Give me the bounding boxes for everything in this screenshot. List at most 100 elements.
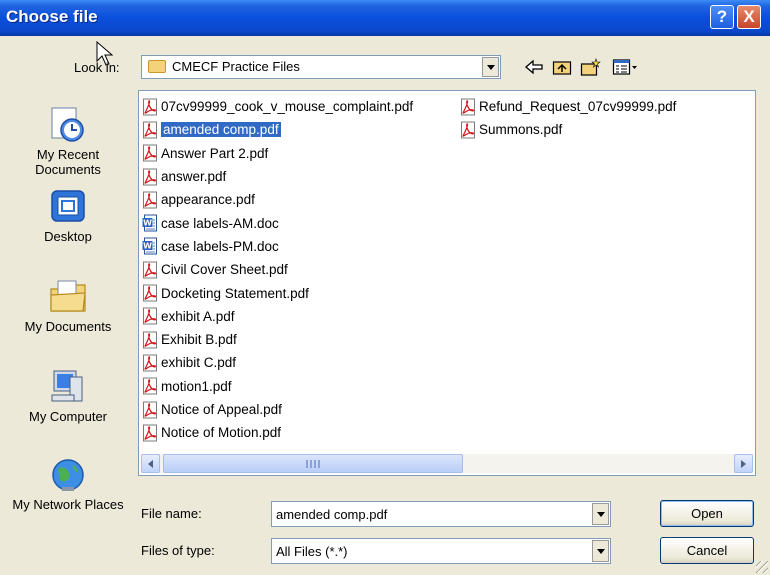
file-item[interactable]: Notice of Motion.pdf [141,421,413,444]
files-of-type-value: All Files (*.*) [276,544,348,559]
file-name: 07cv99999_cook_v_mouse_complaint.pdf [161,99,414,115]
pdf-file-icon [143,354,157,372]
back-arrow-icon[interactable] [524,58,544,76]
pdf-file-icon [143,424,157,442]
my-documents-icon [50,280,86,312]
pdf-file-icon [461,121,475,139]
file-name: answer.pdf [161,169,227,185]
file-list[interactable]: 07cv99999_cook_v_mouse_complaint.pdfamen… [138,90,756,476]
arrow-left-icon [148,459,153,468]
file-item[interactable]: Exhibit B.pdf [141,328,413,351]
pdf-file-icon [143,261,157,279]
file-item[interactable]: Notice of Appeal.pdf [141,398,413,421]
grip-icon [306,460,320,468]
dropdown-arrow-icon[interactable] [482,57,499,77]
window-title: Choose file [6,7,98,26]
view-menu-icon[interactable] [612,58,638,76]
file-item[interactable]: appearance.pdf [141,188,413,211]
file-item[interactable]: Wcase labels-AM.doc [141,211,413,234]
my-computer-icon [51,370,83,402]
scroll-thumb[interactable] [163,454,463,473]
file-name-value: amended comp.pdf [276,507,388,522]
up-folder-icon[interactable] [552,58,572,76]
lookin-label: Look in: [74,60,120,75]
file-item[interactable]: motion1.pdf [141,375,413,398]
pdf-file-icon [143,284,157,302]
file-name: Exhibit B.pdf [161,332,237,348]
pdf-file-icon [143,307,157,325]
lookin-dropdown[interactable]: CMECF Practice Files [141,55,501,79]
pdf-file-icon [143,377,157,395]
pdf-file-icon [143,191,157,209]
open-button[interactable]: Open [660,500,754,527]
file-name: amended comp.pdf [161,122,281,138]
place-my-computer[interactable]: My Computer [5,367,131,424]
file-item[interactable]: 07cv99999_cook_v_mouse_complaint.pdf [141,95,413,118]
file-column-2: Refund_Request_07cv99999.pdf Summons.pdf [459,95,676,142]
close-button[interactable]: X [737,5,761,29]
dropdown-arrow-icon[interactable] [592,503,609,525]
file-item[interactable]: answer.pdf [141,165,413,188]
file-name: Summons.pdf [479,122,563,138]
place-desktop[interactable]: Desktop [5,187,131,244]
pdf-file-icon [143,144,157,162]
arrow-right-icon [741,459,746,468]
file-name: Docketing Statement.pdf [161,285,309,301]
file-name: exhibit A.pdf [161,308,235,324]
place-label: My Computer [28,409,108,424]
pdf-file-icon [143,331,157,349]
place-network-places[interactable]: My Network Places [5,455,131,512]
file-item[interactable]: Answer Part 2.pdf [141,142,413,165]
places-bar: My Recent Documents Desktop My Documents… [5,87,131,547]
word-doc-icon: W [142,237,157,255]
horizontal-scrollbar[interactable] [141,454,753,473]
file-item[interactable]: Civil Cover Sheet.pdf [141,258,413,281]
close-icon: X [743,7,755,26]
files-of-type-dropdown[interactable]: All Files (*.*) [271,538,611,564]
scroll-right-button[interactable] [734,454,753,473]
help-button[interactable]: ? [710,5,734,29]
place-my-documents[interactable]: My Documents [5,277,131,334]
file-item[interactable]: amended comp.pdf [141,118,413,141]
file-item[interactable]: Summons.pdf [459,118,676,141]
file-name: Notice of Motion.pdf [161,425,282,441]
place-recent-documents[interactable]: My Recent Documents [5,105,131,177]
word-doc-icon: W [142,214,157,232]
file-name: case labels-AM.doc [161,215,279,231]
file-item[interactable]: Wcase labels-PM.doc [141,235,413,258]
pdf-file-icon [143,401,157,418]
place-label: My Network Places [12,497,124,512]
place-label: My Documents [24,319,112,334]
file-name: Answer Part 2.pdf [161,145,269,161]
new-folder-icon[interactable] [580,58,602,76]
dropdown-arrow-icon[interactable] [592,540,609,562]
scroll-left-button[interactable] [141,454,160,473]
svg-text:W: W [143,219,152,228]
place-label: Desktop [44,229,92,244]
help-icon: ? [716,7,728,26]
pdf-file-icon [143,121,157,139]
title-bar: Choose file ? X [0,0,770,36]
pdf-file-icon [143,168,157,186]
file-name-input[interactable]: amended comp.pdf [271,501,611,527]
files-of-type-label: Files of type: [141,543,215,558]
recent-documents-icon [51,107,84,142]
folder-icon [148,60,166,73]
file-item[interactable]: exhibit A.pdf [141,305,413,328]
network-places-icon [52,459,84,491]
svg-text:W: W [143,242,152,251]
resize-grip[interactable] [756,561,768,573]
pdf-file-icon [461,98,475,116]
file-name-label: File name: [141,506,202,521]
file-item[interactable]: exhibit C.pdf [141,351,413,374]
place-label: My Recent Documents [35,147,101,177]
file-item[interactable]: Refund_Request_07cv99999.pdf [459,95,676,118]
cancel-button[interactable]: Cancel [660,537,754,564]
lookin-value: CMECF Practice Files [172,59,300,74]
file-name: appearance.pdf [161,192,255,208]
file-name: case labels-PM.doc [161,238,279,254]
file-item[interactable]: Docketing Statement.pdf [141,281,413,304]
file-name: Refund_Request_07cv99999.pdf [479,99,677,115]
file-name: exhibit C.pdf [161,355,237,371]
file-name: Notice of Appeal.pdf [161,402,282,417]
